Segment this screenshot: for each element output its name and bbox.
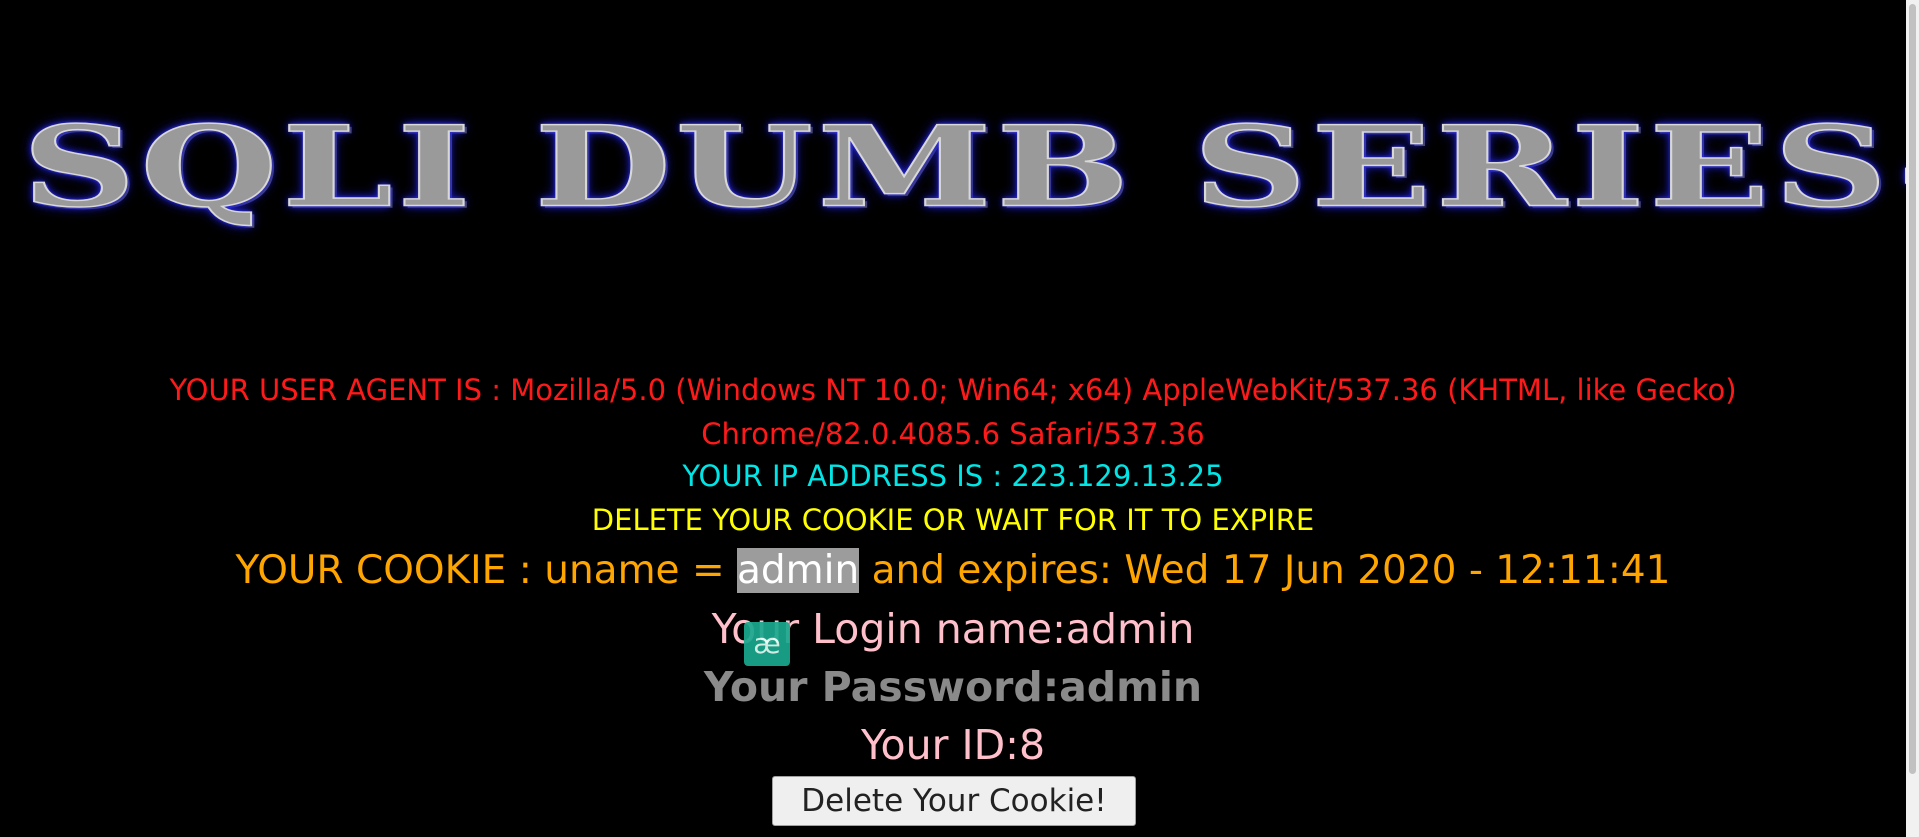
scrollbar-thumb[interactable]: [1909, 4, 1916, 774]
cookie-value-highlight: admin: [737, 548, 860, 593]
user-agent-line-2: Chrome/82.0.4085.6 Safari/537.36: [701, 417, 1205, 451]
delete-cookie-notice: DELETE YOUR COOKIE OR WAIT FOR IT TO EXP…: [591, 503, 1315, 537]
password-text: Your Password:admin: [703, 663, 1203, 711]
delete-cookie-button[interactable]: Delete Your Cookie!: [772, 776, 1136, 826]
ip-address-text: YOUR IP ADDRESS IS : 223.129.13.25: [682, 459, 1224, 493]
user-id-text: Your ID:8: [860, 721, 1046, 769]
page-viewport: SQLI DUMB SERIES-2 YOUR USER AGENT IS : …: [0, 0, 1906, 837]
vertical-scrollbar[interactable]: [1906, 0, 1919, 837]
banner-title: SQLI DUMB SERIES-2: [21, 102, 1906, 233]
login-name-text: Your Login name:admin: [711, 605, 1195, 653]
translate-icon[interactable]: æ: [744, 622, 790, 666]
cookie-info: YOUR COOKIE : uname = admin and expires:…: [0, 546, 1906, 596]
cookie-suffix: and expires: Wed 17 Jun 2020 - 12:11:41: [859, 548, 1671, 593]
user-agent-line-1: YOUR USER AGENT IS : Mozilla/5.0 (Window…: [169, 373, 1737, 407]
user-agent-text: YOUR USER AGENT IS : Mozilla/5.0 (Window…: [0, 368, 1906, 456]
cookie-prefix: YOUR COOKIE : uname =: [235, 548, 738, 593]
